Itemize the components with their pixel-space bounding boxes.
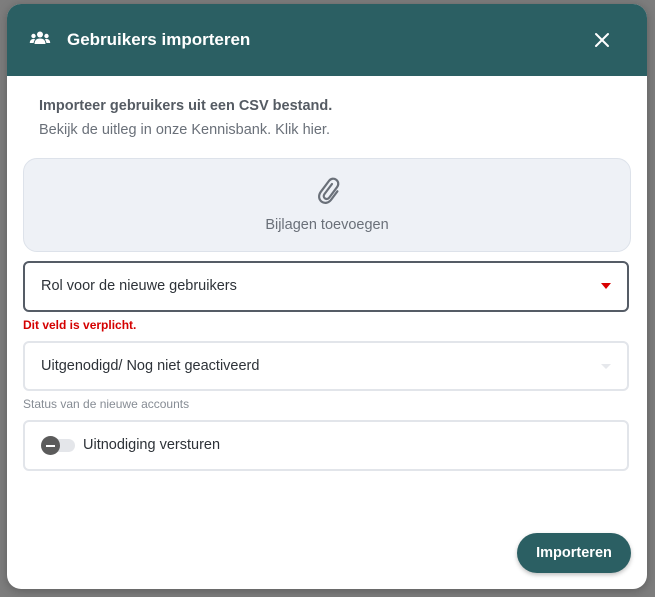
knowledge-base-link[interactable]: Bekijk de uitleg in onze Kennisbank. Kli… xyxy=(39,122,330,138)
chevron-down-icon xyxy=(601,364,611,369)
role-select[interactable]: Rol voor de nieuwe gebruikers xyxy=(23,261,629,312)
status-select[interactable]: Uitgenodigd/ Nog niet geactiveerd xyxy=(23,341,629,391)
import-button[interactable]: Importeren xyxy=(517,533,631,573)
send-invite-label: Uitnodiging versturen xyxy=(83,437,221,453)
chevron-down-icon xyxy=(601,283,611,289)
close-button[interactable] xyxy=(589,27,615,53)
dialog-title: Gebruikers importeren xyxy=(67,30,251,49)
invite-toggle-field: Uitnodiging versturen xyxy=(23,420,629,471)
role-select-placeholder: Rol voor de nieuwe gebruikers xyxy=(41,278,237,294)
toggle-off-icon xyxy=(41,436,60,455)
add-attachments-label: Bijlagen toevoegen xyxy=(265,217,389,233)
import-users-dialog: Gebruikers importeren Importeer gebruike… xyxy=(7,4,647,589)
users-icon xyxy=(29,28,51,50)
status-helper-text: Status van de nieuwe accounts xyxy=(23,397,190,411)
send-invite-toggle[interactable] xyxy=(41,436,77,455)
status-select-value: Uitgenodigd/ Nog niet geactiveerd xyxy=(41,358,260,374)
attachment-dropzone[interactable]: Bijlagen toevoegen xyxy=(23,158,631,252)
close-icon[interactable] xyxy=(589,27,615,53)
intro-title: Importeer gebruikers uit een CSV bestand… xyxy=(39,98,333,114)
dialog-header: Gebruikers importeren xyxy=(7,4,647,76)
paperclip-icon xyxy=(315,175,341,205)
role-error-message: Dit veld is verplicht. xyxy=(23,318,137,332)
